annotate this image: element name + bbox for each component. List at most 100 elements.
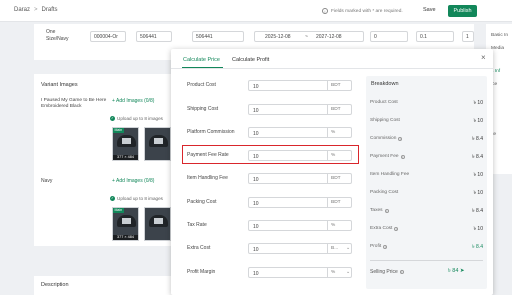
variant-image-thumbnail[interactable]: Main 377 × 484	[112, 127, 139, 161]
extra-cost-input[interactable]: 10 B... ⌄	[248, 243, 352, 254]
shipping-cost-input[interactable]: 10 BDT	[248, 104, 352, 115]
field-label: Payment Fee Rate	[187, 152, 229, 158]
upload-note: ✓ Upload up to 8 images	[110, 196, 163, 201]
info-icon: i	[398, 136, 403, 141]
field-unit: BDT	[327, 81, 353, 90]
cap-patch	[122, 218, 131, 224]
send-arrow-icon[interactable]: ➤	[460, 268, 465, 274]
breakdown-label: Payment Fee i	[370, 154, 405, 159]
sku-variant-label: One Size/Navy	[46, 29, 69, 42]
dimension-input[interactable]: 1	[462, 31, 474, 42]
selling-price-label: Selling Price i	[370, 269, 404, 275]
breakdown-value: ৳ 10	[473, 118, 483, 124]
save-button[interactable]: Save	[423, 7, 436, 13]
quantity-input[interactable]: 0	[370, 31, 408, 42]
date-separator: ~	[305, 34, 308, 40]
breakdown-divider	[370, 260, 483, 261]
breakdown-value: ৳ 8.4	[472, 154, 483, 160]
packing-cost-input[interactable]: 10 BDT	[248, 197, 352, 208]
field-unit: BDT	[327, 105, 353, 114]
field-value: 10	[253, 176, 259, 183]
tax-rate-input[interactable]: 10 %	[248, 220, 352, 231]
breakdown-title: Breakdown	[371, 81, 399, 87]
unit-select[interactable]: B... ⌄	[327, 244, 353, 253]
variant-image-thumbnail[interactable]	[144, 127, 171, 161]
variant-images-title: Variant Images	[41, 82, 78, 88]
field-value: 10	[253, 200, 259, 207]
field-label: Platform Commission	[187, 129, 235, 135]
upload-note-text: Upload up to 8 images	[117, 116, 163, 121]
breakdown-value: ৳ 10	[473, 172, 483, 178]
variant-image-thumbnail[interactable]: Main 377 × 484	[112, 207, 139, 241]
breakdown-label-text: Taxes	[370, 208, 383, 213]
cap-patch	[122, 138, 131, 144]
breadcrumb-current: Drafts	[41, 7, 58, 13]
breakdown-label: Product Cost	[370, 100, 398, 105]
field-label: Packing Cost	[187, 199, 217, 205]
breakdown-label-text: Commission	[370, 136, 397, 141]
tab-calculate-profit[interactable]: Calculate Profit	[232, 57, 269, 63]
field-value: 10	[253, 270, 259, 277]
field-unit: B...	[331, 246, 339, 251]
breakdown-label: Profit i	[370, 244, 388, 249]
date-start: 2025-12-08	[265, 34, 291, 40]
cap-patch	[154, 138, 163, 144]
publish-button[interactable]: Publish	[448, 5, 477, 17]
breakdown-label-text: Profit	[370, 244, 382, 249]
chevron-down-icon: ⌄	[345, 246, 350, 251]
field-label: Item Handling Fee	[187, 175, 228, 181]
breakdown-value: ৳ 10	[473, 100, 483, 106]
field-value: 10	[253, 223, 259, 230]
info-icon: i	[394, 226, 399, 231]
breakdown-label: Shipping Cost	[370, 118, 400, 123]
breakdown-value: ৳ 10	[473, 226, 483, 232]
required-note-text: Fields marked with * are required.	[331, 8, 403, 14]
field-unit: %	[331, 270, 336, 275]
selling-price-value: ৳ 84 ➤	[448, 268, 465, 276]
chevron-down-icon: ⌄	[345, 270, 350, 275]
image-dimensions: 377 × 484	[113, 155, 138, 160]
special-price-input[interactable]: 506441	[192, 31, 244, 42]
breakdown-label-text: Extra Cost	[370, 226, 393, 231]
required-note: i Fields marked with * are required.	[322, 8, 403, 14]
breadcrumb-root[interactable]: Daraz	[14, 7, 30, 13]
price-input[interactable]: 506441	[136, 31, 172, 42]
product-cost-input[interactable]: 10 BDT	[248, 80, 352, 91]
add-images-button[interactable]: + Add Images (0/8)	[112, 178, 154, 184]
selling-price-label-text: Selling Price	[370, 269, 398, 275]
date-end: 2027-12-08	[316, 34, 342, 40]
add-images-button[interactable]: + Add Images (0/8)	[112, 98, 154, 104]
breadcrumb-separator: >	[34, 7, 38, 13]
tab-divider	[171, 68, 493, 69]
weight-input[interactable]: 0.1	[416, 31, 454, 42]
side-nav-basic-info[interactable]: Basic In	[491, 33, 508, 38]
field-label: Extra Cost	[187, 245, 211, 251]
main-badge: Main	[113, 208, 124, 213]
field-unit: %	[327, 128, 353, 137]
upload-note: ✓ Upload up to 8 images	[110, 116, 163, 121]
unit-select[interactable]: % ⌄	[327, 268, 353, 277]
field-value: 10	[253, 107, 259, 114]
close-icon[interactable]: ×	[481, 53, 486, 62]
info-icon: i	[384, 208, 389, 213]
info-icon: i	[400, 154, 405, 159]
payment-fee-rate-input[interactable]: 10 %	[248, 150, 352, 161]
info-icon: i	[383, 244, 388, 249]
main-badge: Main	[113, 128, 124, 133]
field-unit: %	[327, 221, 353, 230]
breadcrumb: Daraz > Drafts	[14, 7, 58, 13]
seller-sku-input[interactable]: 000004-Or	[90, 31, 126, 42]
platform-commission-input[interactable]: 10 %	[248, 127, 352, 138]
profit-margin-input[interactable]: 10 % ⌄	[248, 267, 352, 278]
field-unit: %	[327, 151, 353, 160]
breakdown-label: Extra Cost i	[370, 226, 399, 231]
profit-value: ৳ 8.4	[472, 244, 483, 250]
variant-image-thumbnail[interactable]	[144, 207, 171, 241]
item-handling-fee-input[interactable]: 10 BDT	[248, 173, 352, 184]
breakdown-label: Item Handling Fee	[370, 172, 409, 177]
promotion-date-range[interactable]: 2025-12-08 ~ 2027-12-08	[254, 31, 364, 42]
field-unit: BDT	[327, 174, 353, 183]
check-icon: ✓	[110, 196, 115, 201]
tab-calculate-price[interactable]: Calculate Price	[183, 57, 220, 63]
breakdown-value: ৳ 8.4	[472, 208, 483, 214]
